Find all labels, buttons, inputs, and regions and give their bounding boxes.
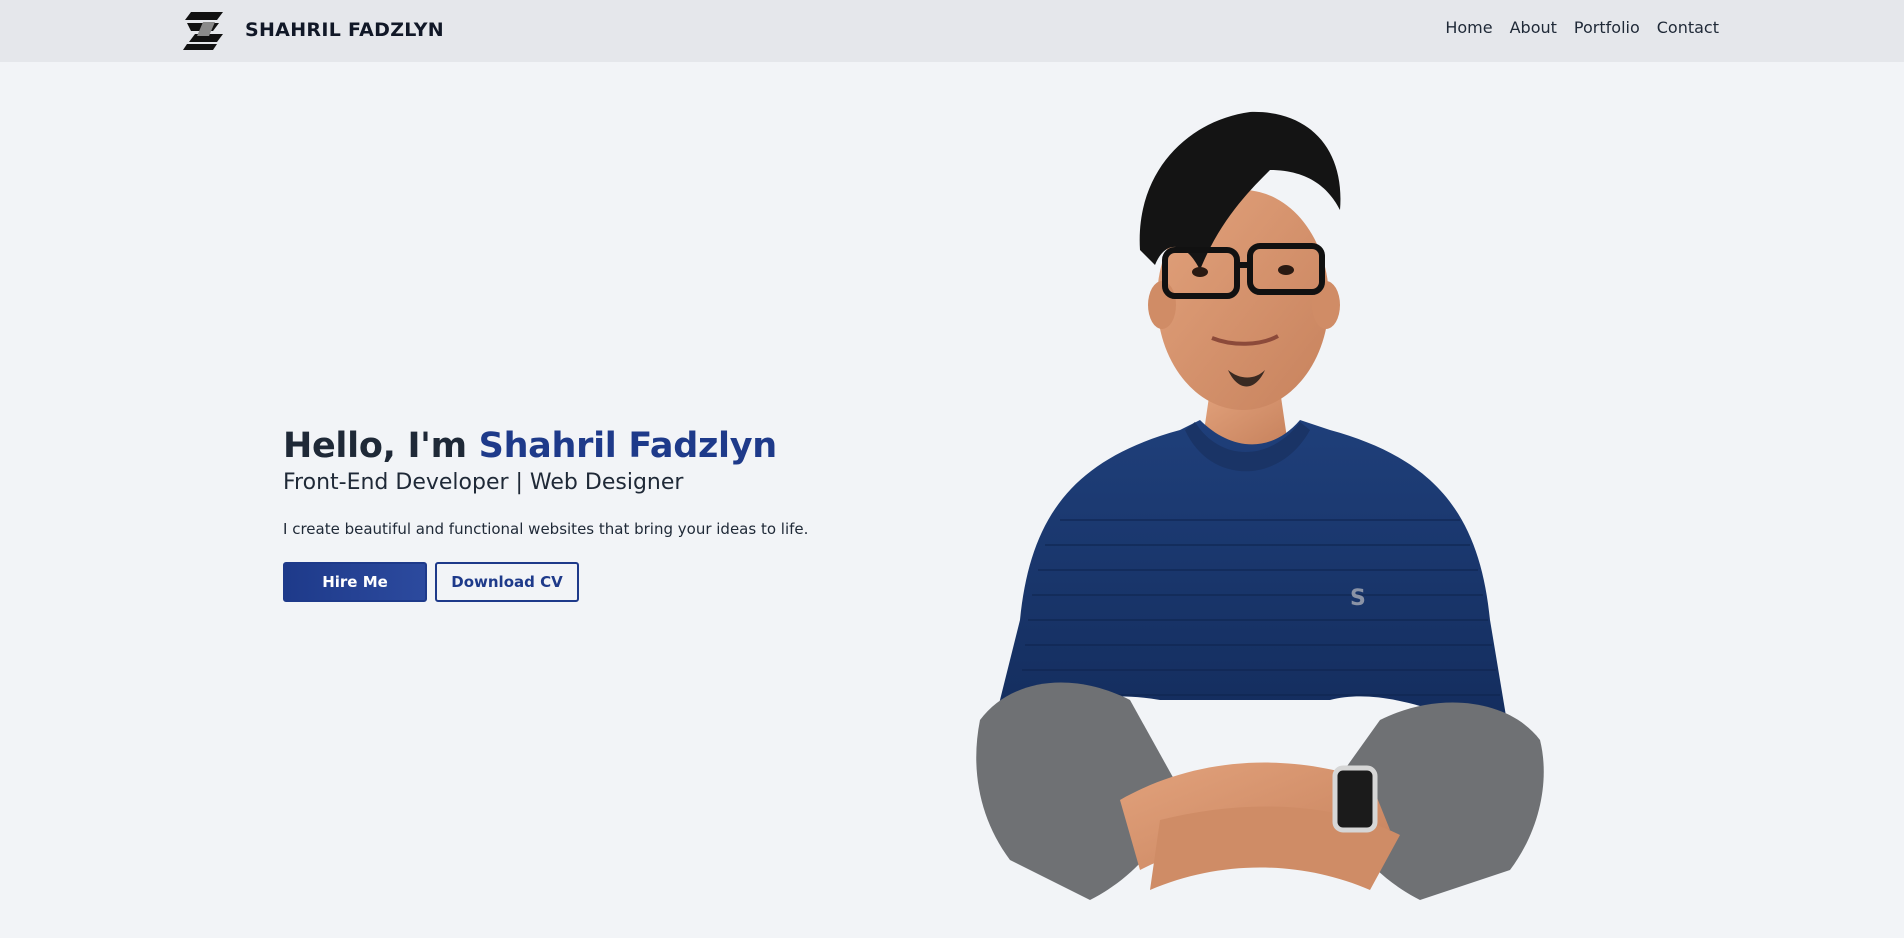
nav-link-contact[interactable]: Contact — [1657, 18, 1719, 37]
download-cv-button[interactable]: Download CV — [435, 562, 579, 602]
nav-link-about[interactable]: About — [1510, 18, 1557, 37]
hero-description: I create beautiful and functional websit… — [283, 520, 809, 538]
hero-title: Hello, I'm Shahril Fadzlyn — [283, 426, 843, 466]
s-logo-icon — [183, 12, 223, 50]
profile-photo: S — [976, 111, 1544, 900]
hero-section: Hello, I'm Shahril Fadzlyn Front-End Dev… — [283, 426, 843, 602]
hire-me-button[interactable]: Hire Me — [283, 562, 427, 602]
nav-link-home[interactable]: Home — [1445, 18, 1492, 37]
navbar: SHAHRIL FADZLYN Home About Portfolio Con… — [0, 0, 1904, 62]
main-nav: Home About Portfolio Contact — [1445, 18, 1719, 37]
brand[interactable]: SHAHRIL FADZLYN — [183, 10, 444, 50]
hero-name: Shahril Fadzlyn — [478, 426, 778, 466]
nav-link-portfolio[interactable]: Portfolio — [1574, 18, 1640, 37]
brand-name: SHAHRIL FADZLYN — [245, 19, 444, 41]
hero-subtitle: Front-End Developer | Web Designer — [283, 470, 684, 495]
hero-greeting: Hello, I'm — [283, 426, 479, 466]
svg-text:S: S — [1350, 586, 1366, 611]
hero-buttons: Hire Me Download CV — [283, 562, 843, 602]
